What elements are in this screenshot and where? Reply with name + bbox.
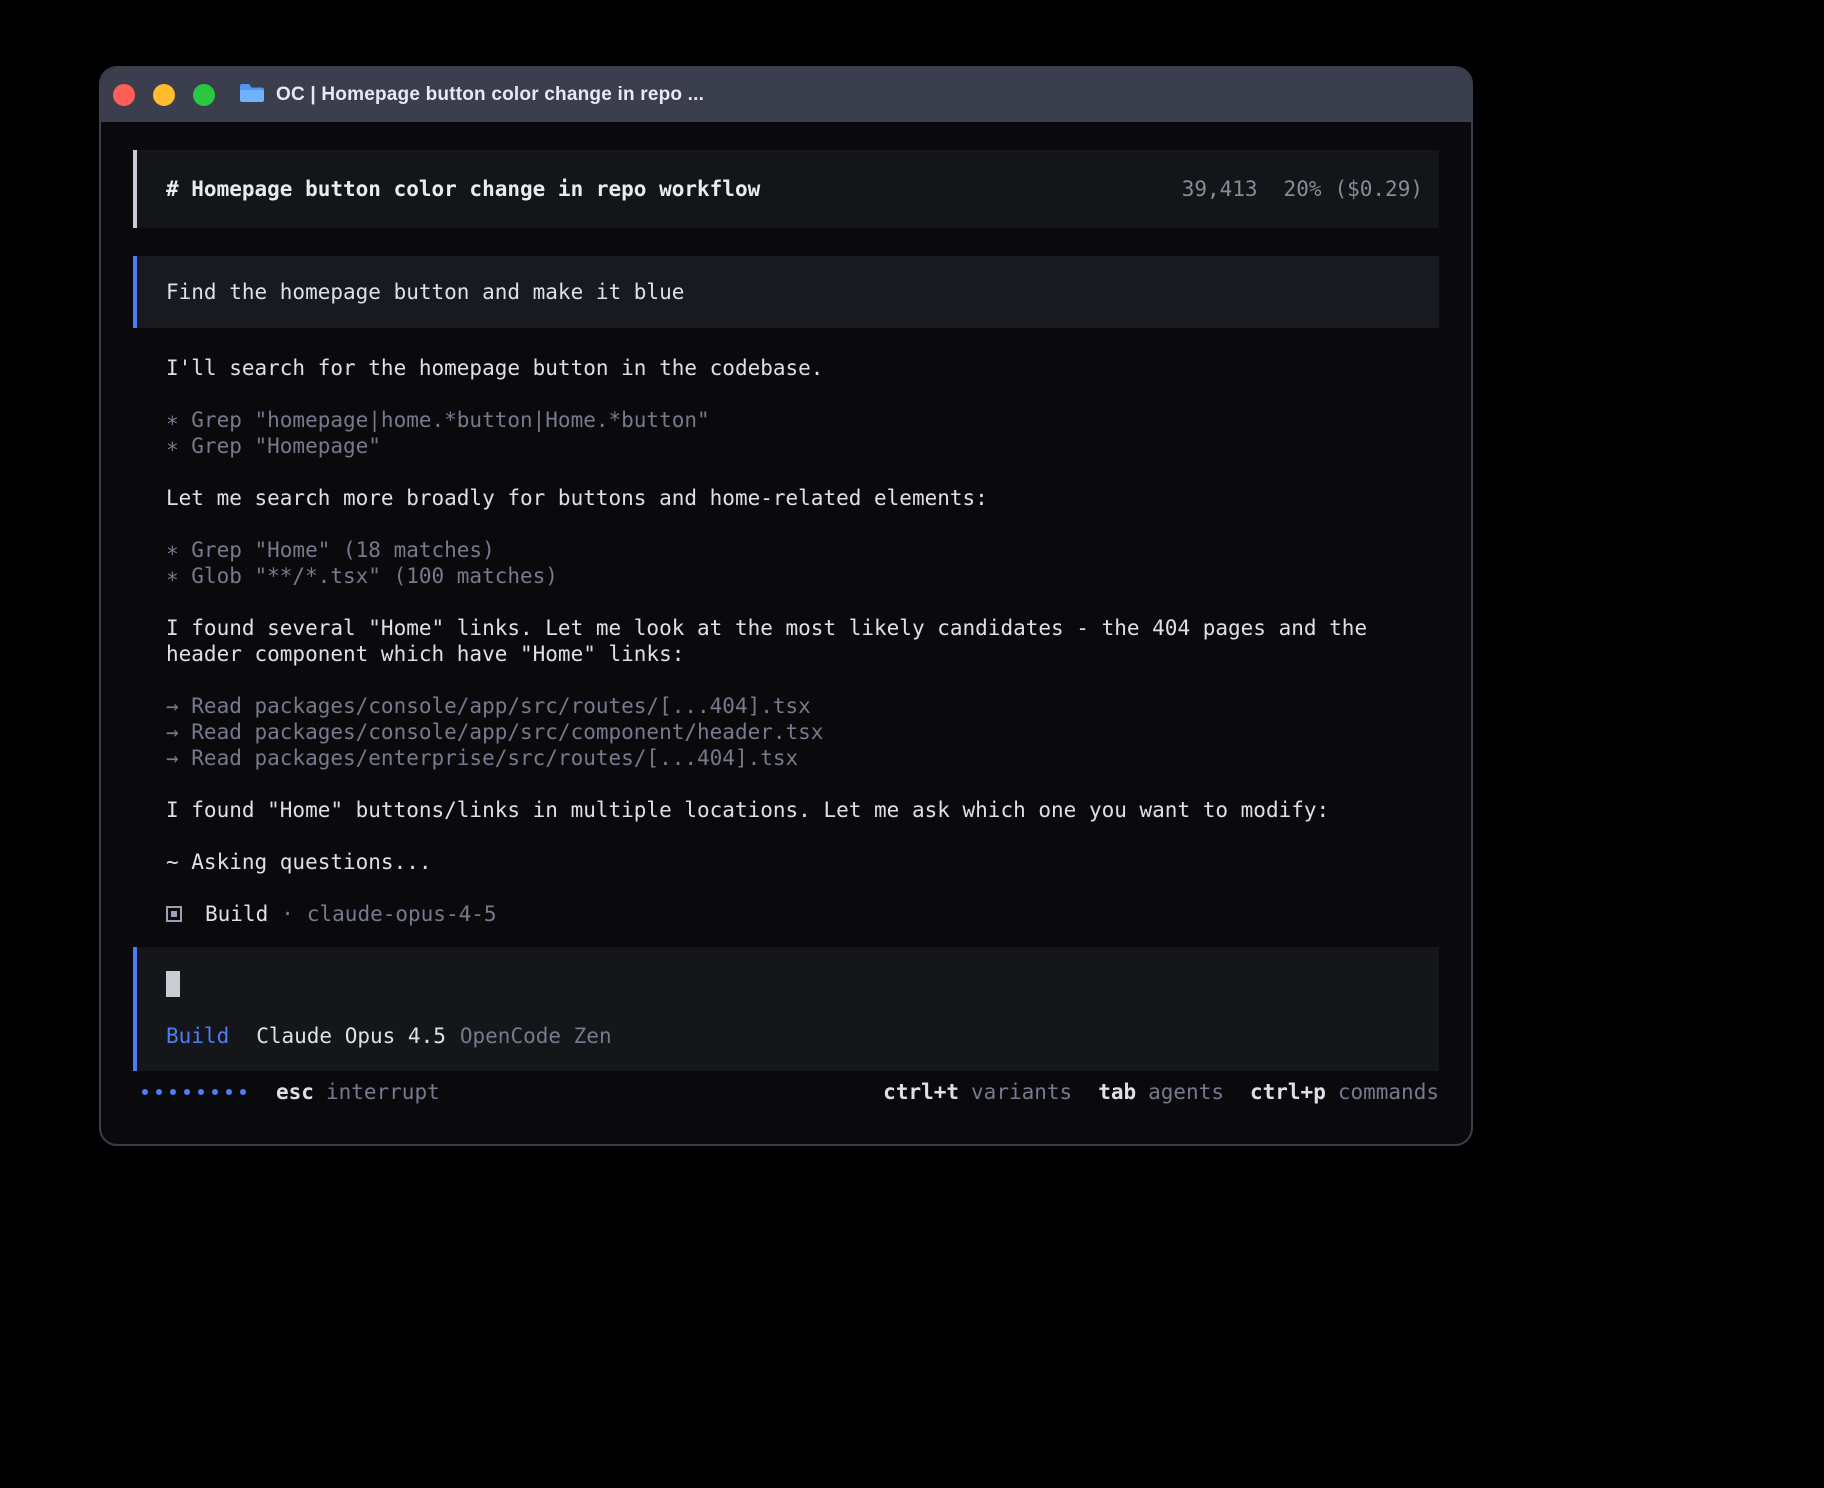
active-agent-label: Build [166,1024,229,1048]
title-bar: OC | Homepage button color change in rep… [101,68,1471,122]
keyboard-hints: ctrl+t variants tab agents ctrl+p comman… [883,1079,1439,1105]
agent-model: claude-opus-4-5 [307,901,497,927]
zoom-button[interactable] [193,84,215,106]
chat-line [166,667,1406,693]
variants-label: variants [971,1079,1072,1105]
session-title: # Homepage button color change in repo w… [166,176,760,202]
chat-line: I'll search for the homepage button in t… [166,355,1406,381]
commands-label: commands [1338,1079,1439,1105]
close-button[interactable] [113,84,135,106]
chat-line: → Read packages/console/app/src/routes/[… [166,693,1406,719]
variants-hint: ctrl+t variants [883,1079,1072,1105]
agent-status-line: Build · claude-opus-4-5 [166,901,1406,927]
esc-key-label: esc [276,1079,314,1105]
chat-body: I'll search for the homepage button in t… [133,355,1439,927]
spinner-dot [184,1089,190,1095]
progress-spinner [142,1089,246,1095]
traffic-lights [113,84,215,106]
chat-line [166,823,1406,849]
commands-hint: ctrl+p commands [1250,1079,1439,1105]
minimize-button[interactable] [153,84,175,106]
spinner-dot [170,1089,176,1095]
spinner-dot [156,1089,162,1095]
tab-key-label: tab [1098,1079,1136,1105]
user-message-text: Find the homepage button and make it blu… [166,280,684,304]
context-percent: 20% [1284,176,1322,202]
terminal-window: OC | Homepage button color change in rep… [99,66,1473,1146]
agent-name: Build [205,901,268,927]
chat-line: ∗ Grep "Home" (18 matches) [166,537,1406,563]
chat-line: → Read packages/console/app/src/componen… [166,719,1406,745]
agents-hint: tab agents [1098,1079,1224,1105]
agent-separator: · [281,901,294,927]
text-cursor [166,971,180,997]
terminal-content: # Homepage button color change in repo w… [101,122,1471,1144]
chat-line: ∗ Grep "homepage|home.*button|Home.*butt… [166,407,1406,433]
chat-line: ~ Asking questions... [166,849,1406,875]
interrupt-label: interrupt [326,1079,440,1105]
token-count: 39,413 [1182,176,1258,202]
agents-label: agents [1148,1079,1224,1105]
interrupt-hint: esc interrupt [276,1079,440,1105]
ctrl-p-key-label: ctrl+p [1250,1079,1326,1105]
window-title: OC | Homepage button color change in rep… [276,84,704,106]
chat-line: ∗ Glob "**/*.tsx" (100 matches) [166,563,1406,589]
chat-line: Let me search more broadly for buttons a… [166,485,1406,511]
chat-line [166,511,1406,537]
spinner-dot [142,1089,148,1095]
provider-label: OpenCode Zen [460,1024,612,1048]
user-message: Find the homepage button and make it blu… [133,256,1439,328]
chat-line: ∗ Grep "Homepage" [166,433,1406,459]
chat-line [166,875,1406,901]
spinner-dot [240,1089,246,1095]
chat-line: I found "Home" buttons/links in multiple… [166,797,1406,823]
chat-line: → Read packages/enterprise/src/routes/[.… [166,745,1406,771]
session-header: # Homepage button color change in repo w… [133,150,1439,228]
input-footer: Build Claude Opus 4.5 OpenCode Zen [166,1023,1411,1049]
agent-icon [166,906,182,922]
session-cost: ($0.29) [1334,176,1423,202]
spinner-dot [198,1089,204,1095]
active-model-label: Claude Opus 4.5 [256,1024,446,1048]
title-group: OC | Homepage button color change in rep… [239,82,704,108]
spinner-dot [212,1089,218,1095]
chat-line [166,771,1406,797]
ctrl-t-key-label: ctrl+t [883,1079,959,1105]
input-line [166,971,1411,997]
prompt-input[interactable]: Build Claude Opus 4.5 OpenCode Zen [133,947,1439,1071]
spinner-dot [226,1089,232,1095]
folder-icon [239,82,265,108]
chat-line [166,381,1406,407]
chat-line: I found several "Home" links. Let me loo… [166,615,1406,667]
session-stats: 39,413 20% ($0.29) [1182,176,1423,202]
status-bar: esc interrupt ctrl+t variants tab agents… [133,1079,1439,1105]
chat-line [166,459,1406,485]
chat-line [166,589,1406,615]
